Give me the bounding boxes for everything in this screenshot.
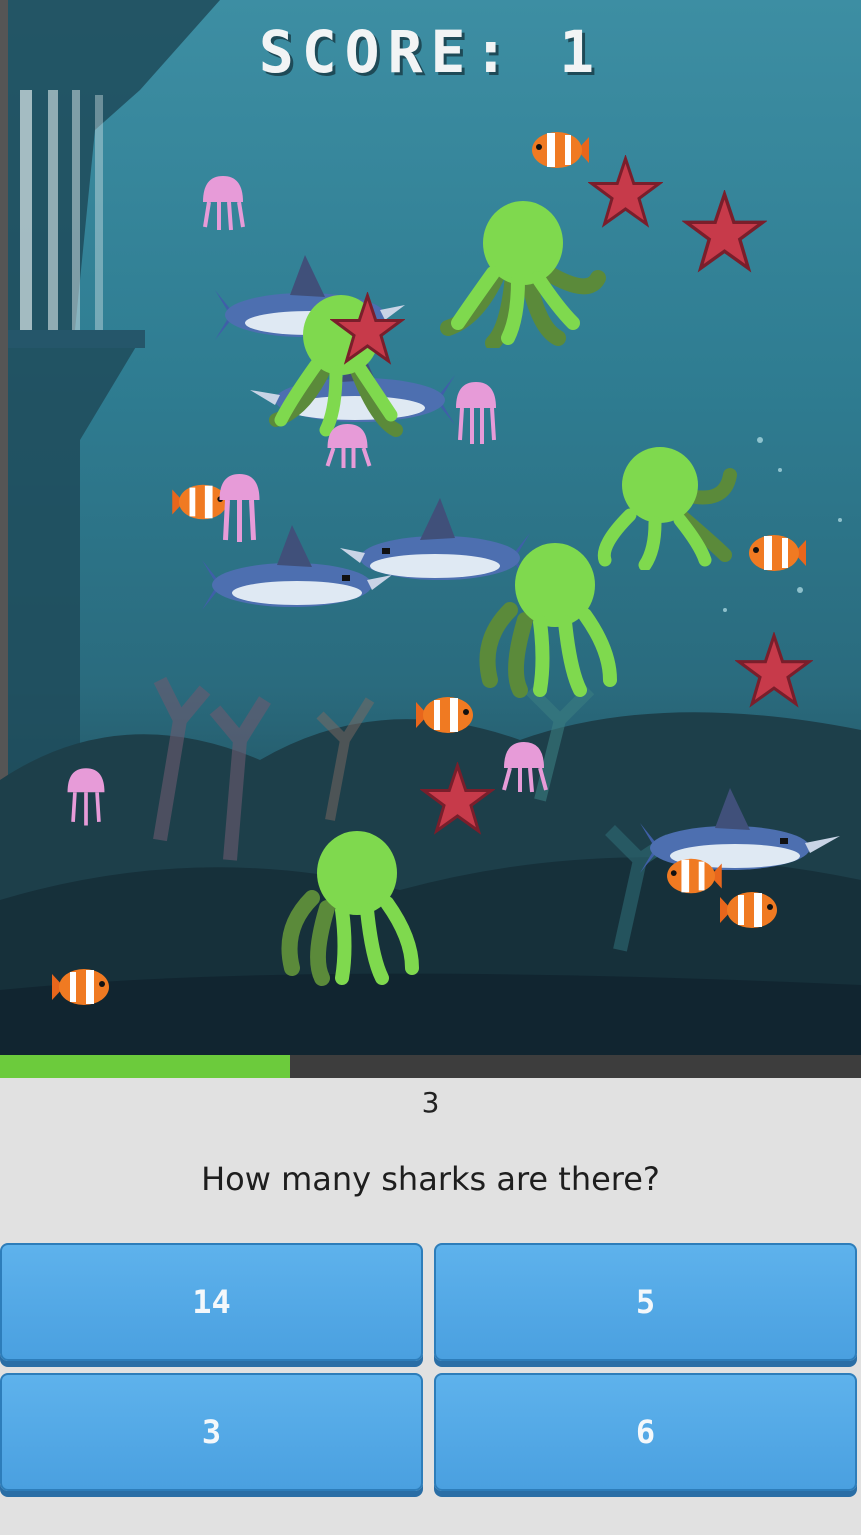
clownfish-icon xyxy=(532,132,589,168)
question-text: How many sharks are there? xyxy=(201,1160,660,1198)
starfish-icon xyxy=(420,762,495,835)
starfish-icon xyxy=(735,632,813,708)
answer-button-4[interactable]: 6 xyxy=(434,1373,857,1491)
starfish-icon xyxy=(330,292,405,365)
jellyfish-icon xyxy=(502,742,548,793)
answer-button-1[interactable]: 14 xyxy=(0,1243,423,1361)
game-scene: SCORE: 1 xyxy=(0,0,861,1055)
octopus-icon xyxy=(281,831,419,986)
jellyfish-icon xyxy=(325,424,372,468)
timer-bar xyxy=(0,1055,861,1078)
clownfish-icon xyxy=(667,858,722,894)
timer-bar-fill xyxy=(0,1055,291,1078)
starfish-icon xyxy=(588,155,663,228)
clownfish-icon xyxy=(52,969,109,1005)
octopus-icon xyxy=(479,543,617,698)
jellyfish-icon xyxy=(219,474,260,542)
jellyfish-icon xyxy=(203,176,245,231)
answer-button-2[interactable]: 5 xyxy=(434,1243,857,1361)
jellyfish-icon xyxy=(456,382,496,444)
octopus-icon xyxy=(440,201,606,348)
countdown-label: 3 xyxy=(421,1086,440,1119)
clownfish-icon xyxy=(720,892,777,928)
clownfish-icon xyxy=(749,535,806,571)
answer-button-3[interactable]: 3 xyxy=(0,1373,423,1491)
starfish-icon xyxy=(682,190,767,273)
score-label: SCORE: 1 xyxy=(258,18,603,86)
jellyfish-icon xyxy=(67,768,105,826)
clownfish-icon xyxy=(416,697,473,733)
